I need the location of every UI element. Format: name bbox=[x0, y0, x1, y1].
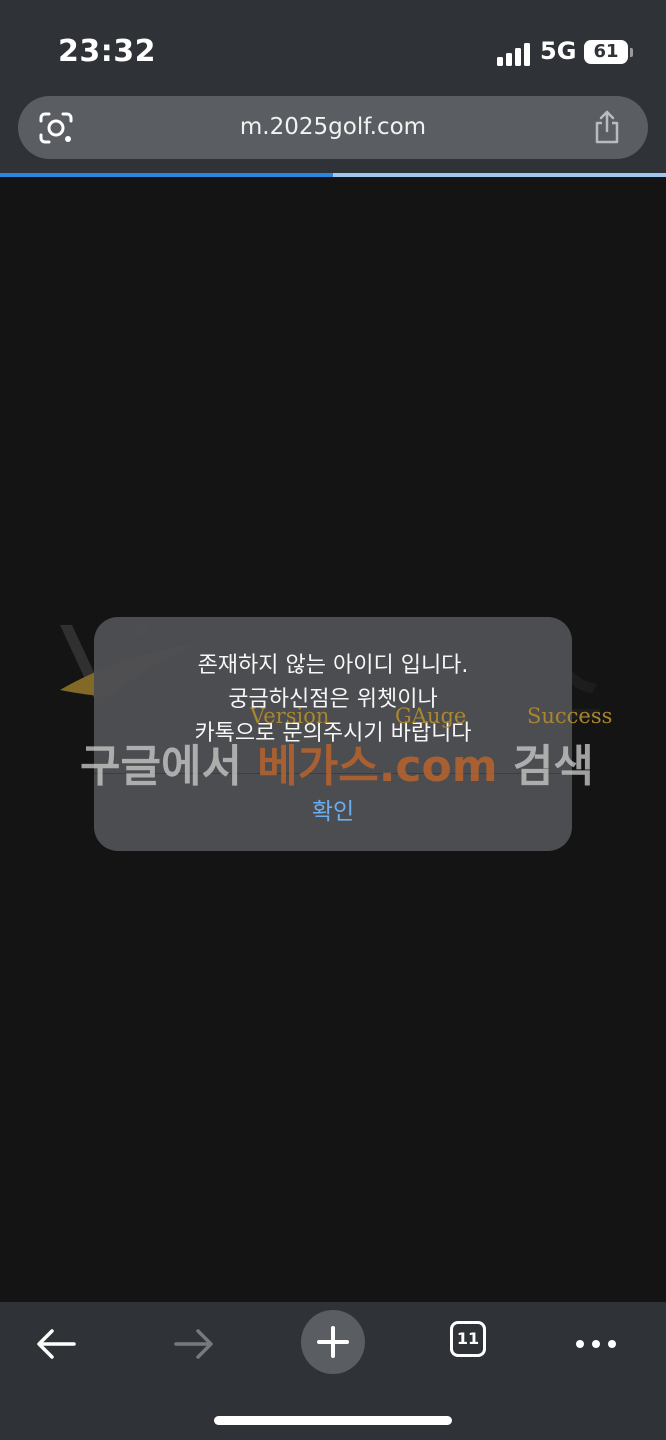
watermark-banner-suffix: 검색 bbox=[497, 741, 594, 792]
plus-icon bbox=[317, 1326, 349, 1358]
alert-message-line: 존재하지 않는 아이디 입니다. bbox=[197, 653, 469, 678]
back-arrow-icon[interactable] bbox=[34, 1324, 78, 1364]
page-load-progress-fill bbox=[0, 173, 333, 177]
forward-arrow-icon[interactable] bbox=[172, 1324, 216, 1364]
watermark-word: Version bbox=[250, 704, 330, 728]
status-time: 23:32 bbox=[58, 34, 156, 69]
status-bar: 23:32 5G 61 bbox=[0, 0, 666, 96]
browser-toolbar: 11 bbox=[0, 1302, 666, 1440]
battery-icon: 61 bbox=[584, 40, 628, 64]
watermark-word: GAuge bbox=[395, 704, 467, 728]
new-tab-button[interactable] bbox=[301, 1310, 365, 1374]
watermark-banner-prefix: 구글에서 bbox=[80, 741, 258, 792]
battery-tip bbox=[630, 48, 633, 57]
network-type: 5G bbox=[540, 37, 577, 65]
watermark-word: Success bbox=[527, 704, 613, 728]
watermark-banner-brand: 베가스.com bbox=[257, 741, 498, 792]
signal-bars-icon bbox=[497, 40, 533, 66]
alert-message-line: 궁금하신점은 위쳇이나 bbox=[228, 687, 438, 712]
home-indicator bbox=[214, 1416, 452, 1425]
page-load-progress bbox=[0, 173, 666, 177]
url-text[interactable]: m.2025golf.com bbox=[18, 114, 648, 140]
browser-top-chrome: 23:32 5G 61 m.2025golf.com bbox=[0, 0, 666, 173]
more-icon[interactable] bbox=[574, 1324, 618, 1364]
watermark-banner: 구글에서 베가스.com 검색 bbox=[80, 730, 600, 792]
address-bar[interactable]: m.2025golf.com bbox=[18, 96, 648, 159]
share-icon[interactable] bbox=[592, 110, 622, 144]
tabs-icon[interactable]: 11 bbox=[450, 1321, 486, 1357]
